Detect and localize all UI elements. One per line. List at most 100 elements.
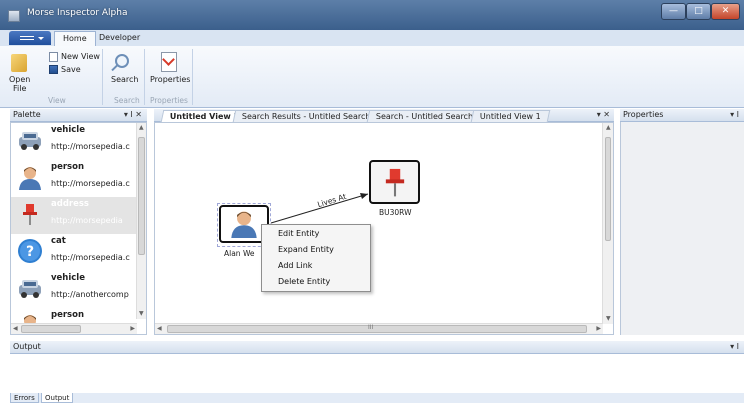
output-tab-bar: Errors Output — [10, 393, 744, 403]
palette-item-url: http://morsepedia.c — [51, 142, 130, 151]
output-panel — [10, 354, 744, 393]
properties-panel — [620, 122, 744, 335]
car-icon — [19, 132, 41, 150]
tab-home[interactable]: Home — [54, 31, 96, 46]
palette-item-cat[interactable]: ? cat http://morsepedia.c — [11, 234, 136, 271]
folder-icon[interactable] — [11, 54, 27, 72]
palette-item-title: person — [51, 310, 84, 320]
tab-search-results[interactable]: Search Results - Untitled Search — [232, 110, 380, 122]
scrollbar-thumb[interactable] — [138, 137, 145, 255]
group-separator — [144, 49, 145, 105]
scroll-down-arrow-icon[interactable]: ▼ — [139, 310, 144, 317]
group-label-search: Search — [114, 96, 140, 105]
title-bar: Morse Inspector Alpha — □ ✕ — [0, 0, 744, 30]
graph-canvas[interactable]: Lives At Alan We BU30RW ▲ ▼ ◀ III ▶ — [154, 122, 614, 335]
new-view-icon — [49, 52, 58, 62]
scroll-up-arrow-icon[interactable]: ▲ — [139, 124, 144, 131]
minimize-button[interactable]: — — [661, 3, 686, 20]
document-pane-buttons[interactable]: ▾ ✕ — [597, 109, 610, 121]
document-tab-bar: Untitled View 3 Search Results - Untitle… — [154, 109, 614, 122]
save-button[interactable]: Save — [61, 65, 81, 74]
node-label: Alan We — [224, 249, 255, 258]
pushpin-icon — [385, 168, 405, 197]
output-title: Output — [13, 342, 41, 351]
palette-item-title: person — [51, 162, 84, 172]
tab-errors[interactable]: Errors — [10, 393, 39, 403]
svg-text:?: ? — [26, 244, 34, 260]
palette-item-url: http://morsepedia — [51, 216, 123, 225]
tab-search-untitled[interactable]: Search - Untitled Search — [366, 110, 483, 122]
palette-item-person[interactable]: person http://morsepedia.c — [11, 160, 136, 197]
scroll-right-arrow-icon[interactable]: ▶ — [596, 325, 601, 332]
palette-item-vehicle[interactable]: vehicle http://anothercomp — [11, 271, 136, 308]
tab-untitled-view-1[interactable]: Untitled View 1 — [470, 110, 551, 122]
palette-item-title: address — [51, 199, 89, 209]
properties-pane-buttons[interactable]: ▾ ⵏ — [730, 109, 739, 121]
tab-label: Search Results - Untitled Search — [241, 112, 371, 121]
tab-developer[interactable]: Developer — [91, 31, 148, 46]
scroll-up-arrow-icon[interactable]: ▲ — [606, 124, 611, 131]
palette-header: Palette ▾ ⵏ ✕ — [10, 109, 147, 122]
palette-vertical-scrollbar[interactable]: ▲ ▼ — [136, 123, 146, 319]
window-title: Morse Inspector Alpha — [27, 8, 128, 18]
group-separator — [192, 49, 193, 105]
palette-item-url: http://morsepedia.c — [51, 253, 130, 262]
maximize-button[interactable]: □ — [686, 3, 711, 20]
context-menu: Edit Entity Expand Entity Add Link Delet… — [261, 224, 371, 292]
arrow-head-icon — [360, 193, 368, 199]
search-button[interactable]: Search — [111, 75, 138, 84]
group-separator — [102, 49, 103, 105]
menu-item-delete-entity[interactable]: Delete Entity — [278, 277, 330, 286]
tab-output[interactable]: Output — [41, 393, 74, 403]
palette-item-title: vehicle — [51, 273, 85, 283]
palette-horizontal-scrollbar[interactable]: ◀ ▶ — [11, 323, 137, 334]
search-icon-handle — [111, 64, 118, 72]
palette-title: Palette — [13, 110, 41, 119]
scroll-left-arrow-icon[interactable]: ◀ — [13, 325, 18, 332]
scroll-right-arrow-icon[interactable]: ▶ — [130, 325, 135, 332]
palette-pane-buttons[interactable]: ▾ ⵏ ✕ — [124, 109, 142, 121]
new-view-button[interactable]: New View — [61, 52, 100, 61]
menu-icon — [20, 36, 34, 40]
app-icon — [8, 10, 20, 22]
palette-panel: vehicle http://morsepedia.c person http:… — [10, 122, 147, 335]
menu-item-expand-entity[interactable]: Expand Entity — [278, 245, 334, 254]
palette-item-address[interactable]: address http://morsepedia — [11, 197, 136, 234]
tab-label: Untitled View 1 — [479, 112, 541, 121]
node-label: BU30RW — [379, 208, 412, 217]
scrollbar-thumb[interactable]: III — [167, 324, 587, 333]
palette-item-title: cat — [51, 236, 66, 246]
group-label-properties: Properties — [150, 96, 188, 105]
scroll-left-arrow-icon[interactable]: ◀ — [157, 325, 162, 332]
output-pane-buttons[interactable]: ▾ ⵏ — [730, 341, 739, 353]
canvas-vertical-scrollbar[interactable]: ▲ ▼ — [602, 123, 613, 324]
ribbon-tab-bar: Home Developer — [0, 30, 744, 46]
palette-item-title: vehicle — [51, 125, 85, 135]
close-button[interactable]: ✕ — [711, 3, 740, 20]
tab-label: Search - Untitled Search — [375, 112, 474, 121]
palette-item-url: http://anothercomp — [51, 290, 129, 299]
graph-node-address[interactable] — [369, 160, 420, 204]
question-icon: ? — [18, 239, 42, 263]
menu-item-add-link[interactable]: Add Link — [278, 261, 312, 270]
properties-title: Properties — [623, 110, 664, 119]
application-menu-button[interactable] — [9, 31, 51, 45]
save-icon — [49, 65, 58, 74]
car-icon — [19, 280, 41, 298]
group-label-view: View — [48, 96, 66, 105]
pushpin-icon — [23, 204, 37, 225]
scrollbar-thumb[interactable] — [605, 137, 611, 241]
properties-button[interactable]: Properties — [150, 75, 190, 84]
chevron-down-icon — [38, 37, 44, 40]
scrollbar-thumb[interactable] — [21, 325, 81, 333]
properties-header: Properties ▾ ⵏ — [620, 109, 744, 122]
palette-item-vehicle[interactable]: vehicle http://morsepedia.c — [11, 123, 136, 160]
scroll-down-arrow-icon[interactable]: ▼ — [606, 315, 611, 322]
person-icon — [19, 167, 41, 190]
person-icon — [231, 211, 257, 238]
canvas-horizontal-scrollbar[interactable]: ◀ III ▶ — [155, 323, 603, 334]
ribbon: Open File New View Save View Search Sear… — [0, 46, 744, 108]
scrollbar-grip: III — [368, 324, 374, 331]
open-file-button[interactable]: Open File — [9, 75, 30, 93]
menu-item-edit-entity[interactable]: Edit Entity — [278, 229, 319, 238]
